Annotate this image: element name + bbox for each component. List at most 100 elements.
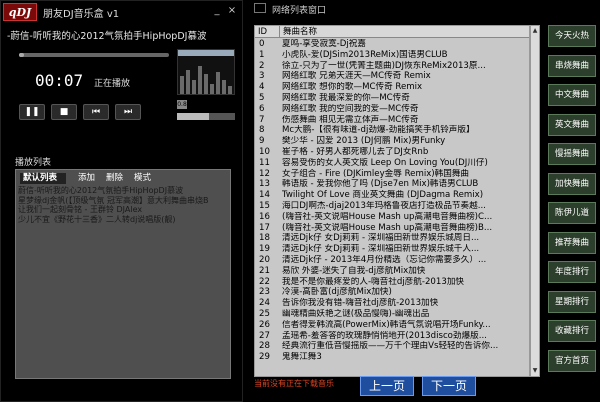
network-list-window: 网络列表窗口 ID 舞曲名称 0 夏鸣-享受寂寞-Dj祝嘉 1 小虎队-爱(DJSim… <box>244 0 600 402</box>
playlist-item[interactable]: 星梦缘dj金帆(【顶级气氛 冠军高潮】意大利舞曲串烧B <box>18 196 228 206</box>
table-row[interactable]: 26 信者得爱韩流高(PowerMix)韩语气氛说唱开场Funky... <box>255 319 529 331</box>
next-page-button[interactable]: 下一页 <box>422 376 476 396</box>
category-button[interactable]: 加快舞曲 <box>548 172 596 195</box>
table-row[interactable]: 28 经典流行重低音慢摇版——万千个理由Vs轻轻的告诉你... <box>255 341 529 352</box>
row-id: 18 <box>259 233 270 244</box>
pause-button[interactable]: ❚❚ <box>19 104 45 120</box>
category-button[interactable]: 慢摇舞曲 <box>548 143 596 165</box>
playlist-item[interactable]: 少儿不宜《野花十三香》二人转dj说唱版(靓) <box>18 215 228 225</box>
table-row[interactable]: 4 网络红歌 想你的歌—MC传奇 Remix <box>255 82 529 93</box>
row-id: 28 <box>259 341 270 352</box>
table-row[interactable]: 0 夏鸣-享受寂寞-Dj祝嘉 <box>255 39 529 50</box>
category-button[interactable]: 星期排行 <box>548 290 596 313</box>
playlist-item[interactable]: 蔚信-听听我的心2012气氛拍手HipHopDJ慕波 <box>18 186 228 196</box>
row-song-name: 我是不是你最疼爱的人-嗨音社dj彦航-2013加快 <box>282 276 465 287</box>
table-row[interactable]: 15 海口DJ啊杰-djaj2013年玛格鲁夜店打造极品节奏越... <box>255 200 529 212</box>
table-row[interactable]: 23 冷漠-高卧富(dj彦航Mix加快) <box>255 287 529 298</box>
table-row[interactable]: 6 网络红歌 我的空间我的爱—MC传奇 <box>255 103 529 115</box>
row-song-name: 夏鸣-享受寂寞-Dj祝嘉 <box>282 39 366 49</box>
category-button[interactable]: 年度排行 <box>548 261 596 283</box>
tab-default-list[interactable]: 默认列表 <box>20 173 66 184</box>
playlist-item[interactable]: 让我们一起刻骨铭 - 王群铃 DJAlex <box>18 205 228 215</box>
row-id: 2 <box>259 60 265 71</box>
row-id: 0 <box>259 39 265 49</box>
prev-page-button[interactable]: 上一页 <box>360 376 414 396</box>
table-row[interactable]: 24 告诉你我没有错-嗨音社dj彦航-2013加快 <box>255 298 529 309</box>
row-song-name: Twilight Of Love 商业英文舞曲 (DJDagma Remix) <box>282 190 484 201</box>
minimize-button[interactable]: _ <box>211 5 223 17</box>
row-song-name: 冷漠-高卧富(dj彦航Mix加快) <box>282 287 392 298</box>
row-id: 23 <box>259 287 270 298</box>
column-header-name[interactable]: 舞曲名称 <box>279 26 317 38</box>
table-row[interactable]: 11 容易受伤的女人英文版 Leep On Loving You(DJ川仔) <box>255 158 529 169</box>
row-id: 14 <box>259 190 270 201</box>
table-row[interactable]: 8 Mc大鹏-【很有味道-dj劲爆-劲能搞笑手机铃声版】 <box>255 125 529 136</box>
play-status: 正在播放 <box>94 79 131 89</box>
table-row[interactable]: 22 我是不是你最疼爱的人-嗨音社dj彦航-2013加快 <box>255 276 529 288</box>
table-row[interactable]: 1 小虎队-爱(DJSim2013ReMix)国语男CLUB <box>255 50 529 61</box>
download-status: 当前没有正在下载音乐 <box>254 379 334 388</box>
table-row[interactable]: 7 伤感舞曲 相见无需立体声—MC传奇 <box>255 114 529 126</box>
row-id: 21 <box>259 265 270 276</box>
table-row[interactable]: 27 孟瑶希-羞答答的玫瑰静悄悄地开(2013disco劲爆版... <box>255 330 529 342</box>
table-row[interactable]: 17 (嗨音社-英文说唱House Mash up高潮电音舞曲榜)B... <box>255 222 529 234</box>
column-header-id[interactable]: ID <box>258 26 267 38</box>
category-button[interactable]: 串烧舞曲 <box>548 54 596 77</box>
table-row[interactable]: 2 徐立-只为了一世(凭箐主题曲)DJ恢东ReMix2013原... <box>255 60 529 72</box>
table-row[interactable]: 18 清远Djk仔 女Dj莉莉 - 深圳福田新世界娱乐城周日... <box>255 233 529 244</box>
previous-button[interactable]: ⏮ <box>83 104 109 120</box>
table-row[interactable]: 9 樊少华 - 囚爱 2013 (DJ何鹏 Mix)男Funky <box>255 136 529 147</box>
progress-bar[interactable] <box>19 53 169 57</box>
stop-button[interactable]: ■ <box>51 104 77 120</box>
row-id: 13 <box>259 179 270 190</box>
spectrum-graphic <box>178 50 234 94</box>
row-song-name: 海口DJ啊杰-djaj2013年玛格鲁夜店打造极品节奏越... <box>282 200 486 211</box>
vertical-scrollbar[interactable]: ▲ ▼ <box>530 25 540 377</box>
table-row[interactable]: 3 网络红歌 兄弟天涯天—MC传奇 Remix <box>255 71 529 82</box>
now-playing-title: -蔚信-听听我的心2012气氛拍手HipHopDJ慕波 <box>7 31 207 42</box>
row-id: 7 <box>259 114 265 125</box>
row-id: 17 <box>259 222 270 233</box>
table-row[interactable]: 14 Twilight Of Love 商业英文舞曲 (DJDagma Remix… <box>255 190 529 201</box>
row-id: 5 <box>259 92 265 103</box>
volume-slider[interactable] <box>177 113 235 120</box>
row-song-name: 易欣 外婆-迷失了自我-dj彦航Mix加快 <box>282 265 426 276</box>
table-row[interactable]: 13 韩语版 - 爱我你他了吗 (Djse7en Mix)韩语男CLUB <box>255 179 529 190</box>
delete-button[interactable]: 删除 <box>106 173 123 184</box>
table-row[interactable]: 12 女子组合 - Fire (DJKimley金辱 Remix)韩国舞曲 <box>255 169 529 180</box>
row-song-name: 清远Djk仔 女Dj莉莉 - 深圳福田新世界娱乐城千人... <box>282 244 480 255</box>
row-id: 4 <box>259 82 265 93</box>
table-row[interactable]: 10 崔子格 - 好男人都死哪儿去了DJ女Rnb <box>255 147 529 158</box>
category-button[interactable]: 推荐舞曲 <box>548 231 596 254</box>
row-song-name: 网络红歌 我的空间我的爱—MC传奇 <box>282 103 419 114</box>
next-button[interactable]: ⏭ <box>115 104 141 120</box>
volume-fill <box>177 113 209 120</box>
category-button[interactable]: 收藏排行 <box>548 320 596 342</box>
category-button[interactable]: 官方首页 <box>548 349 596 372</box>
table-row[interactable]: 16 (嗨音社-英文说唱House Mash up高潮电音舞曲榜)C... <box>255 211 529 223</box>
category-button[interactable]: 英文舞曲 <box>548 113 596 136</box>
playlist-items: 蔚信-听听我的心2012气氛拍手HipHopDJ慕波 星梦缘dj金帆(【顶级气氛… <box>18 186 228 224</box>
close-button[interactable]: × <box>226 5 238 17</box>
category-button[interactable]: 中文舞曲 <box>548 84 596 106</box>
table-row[interactable]: 20 清远Djk仔 - 2013年4月份精选（忘记你需要多久）... <box>255 255 529 266</box>
row-song-name: 网络红歌 兄弟天涯天—MC传奇 Remix <box>282 71 431 82</box>
table-row[interactable]: 25 幽魂精曲妖艳之谜(极品慢嗨)-幽魂出品 <box>255 309 529 320</box>
row-id: 27 <box>259 330 270 341</box>
category-button[interactable]: 陈伊儿道 <box>548 202 596 224</box>
table-row[interactable]: 29 鬼舞江舞3 <box>255 352 529 363</box>
table-row[interactable]: 19 清远Djk仔 女Dj莉莉 - 深圳福田新世界娱乐城千人... <box>255 244 529 255</box>
player-window: qDJ 朋友DJ音乐盒 v1 _ × -蔚信-听听我的心2012气氛拍手HipH… <box>0 0 243 402</box>
table-row[interactable]: 5 网络红歌 我最深爱的你—MC传奇 <box>255 92 529 104</box>
playlist-panel: 默认列表 添加 删除 模式 蔚信-听听我的心2012气氛拍手HipHopDJ慕波… <box>15 169 231 379</box>
scroll-down-arrow-icon[interactable]: ▼ <box>531 366 539 376</box>
spectrum-visualizer <box>177 49 235 95</box>
mode-button[interactable]: 模式 <box>134 173 151 184</box>
progress-fill <box>19 53 24 57</box>
table-row[interactable]: 21 易欣 外婆-迷失了自我-dj彦航Mix加快 <box>255 265 529 277</box>
row-id: 26 <box>259 319 270 330</box>
category-button[interactable]: 今天火热 <box>548 25 596 47</box>
row-id: 16 <box>259 211 270 222</box>
scroll-up-arrow-icon[interactable]: ▲ <box>531 26 539 36</box>
add-button[interactable]: 添加 <box>78 173 95 184</box>
